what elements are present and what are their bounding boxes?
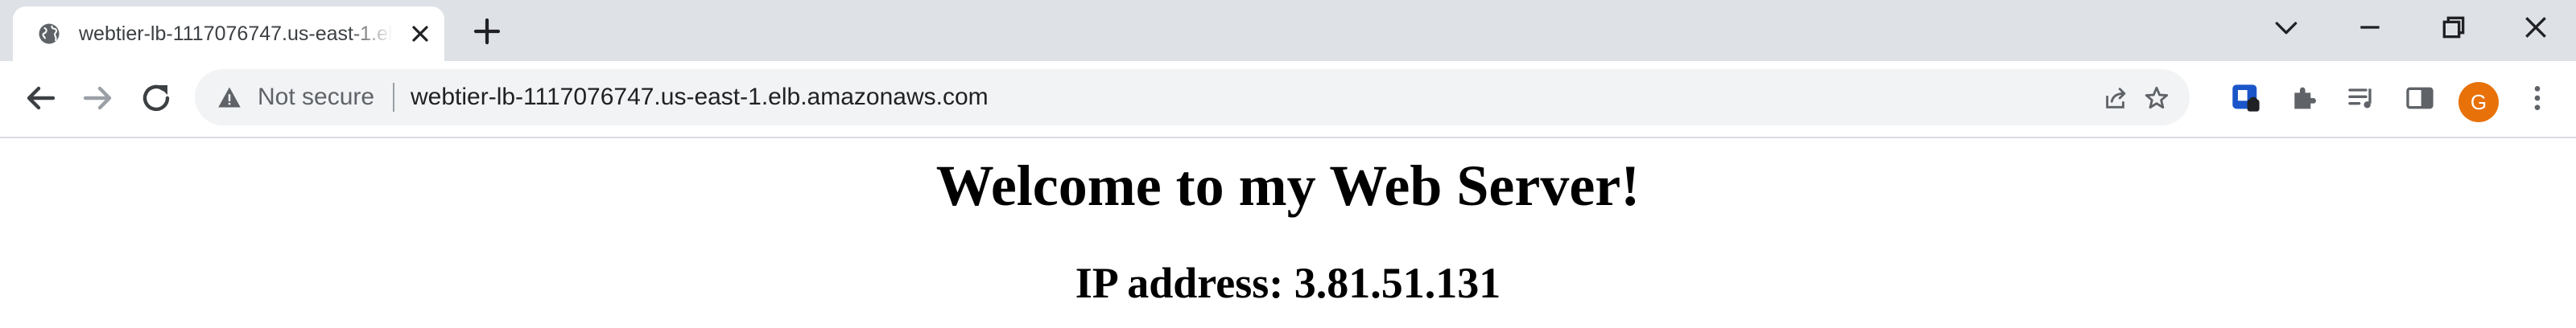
tab-strip: webtier-lb-1117076747.us-east-1.elb.amaz… xyxy=(0,0,2576,61)
browser-tab[interactable]: webtier-lb-1117076747.us-east-1.elb.amaz… xyxy=(13,6,444,61)
profile-avatar[interactable]: G xyxy=(2458,82,2499,122)
reload-icon[interactable] xyxy=(137,79,175,117)
ip-address-heading: IP address: 3.81.51.131 xyxy=(1075,259,1501,307)
minimize-icon[interactable] xyxy=(2354,11,2386,43)
omnibox-divider xyxy=(393,83,394,112)
side-panel-icon[interactable] xyxy=(2404,82,2436,114)
security-status-label[interactable]: Not secure xyxy=(258,84,374,111)
url-text[interactable]: webtier-lb-1117076747.us-east-1.elb.amaz… xyxy=(411,84,989,111)
share-icon[interactable] xyxy=(2103,84,2130,112)
page-heading: Welcome to my Web Server! xyxy=(935,154,1641,218)
bookmark-star-icon[interactable] xyxy=(2143,84,2170,112)
warning-icon[interactable] xyxy=(217,86,242,109)
back-icon[interactable] xyxy=(21,79,60,117)
extensions-puzzle-icon[interactable] xyxy=(2288,82,2320,114)
globe-icon xyxy=(39,23,60,44)
forward-icon[interactable] xyxy=(79,79,118,117)
media-control-icon[interactable] xyxy=(2346,82,2378,114)
close-tab-icon[interactable] xyxy=(407,21,433,47)
close-window-icon[interactable] xyxy=(2520,11,2552,43)
tab-title: webtier-lb-1117076747.us-east-1.elb.amaz… xyxy=(79,23,393,45)
tab-search-icon[interactable] xyxy=(2270,11,2302,43)
new-tab-icon[interactable] xyxy=(470,14,504,48)
address-bar[interactable]: Not secure webtier-lb-1117076747.us-east… xyxy=(195,69,2190,125)
extension-lock-icon[interactable] xyxy=(2230,82,2262,114)
restore-icon[interactable] xyxy=(2438,11,2470,43)
browser-toolbar: Not secure webtier-lb-1117076747.us-east… xyxy=(0,61,2576,138)
menu-kebab-icon[interactable] xyxy=(2521,82,2553,114)
